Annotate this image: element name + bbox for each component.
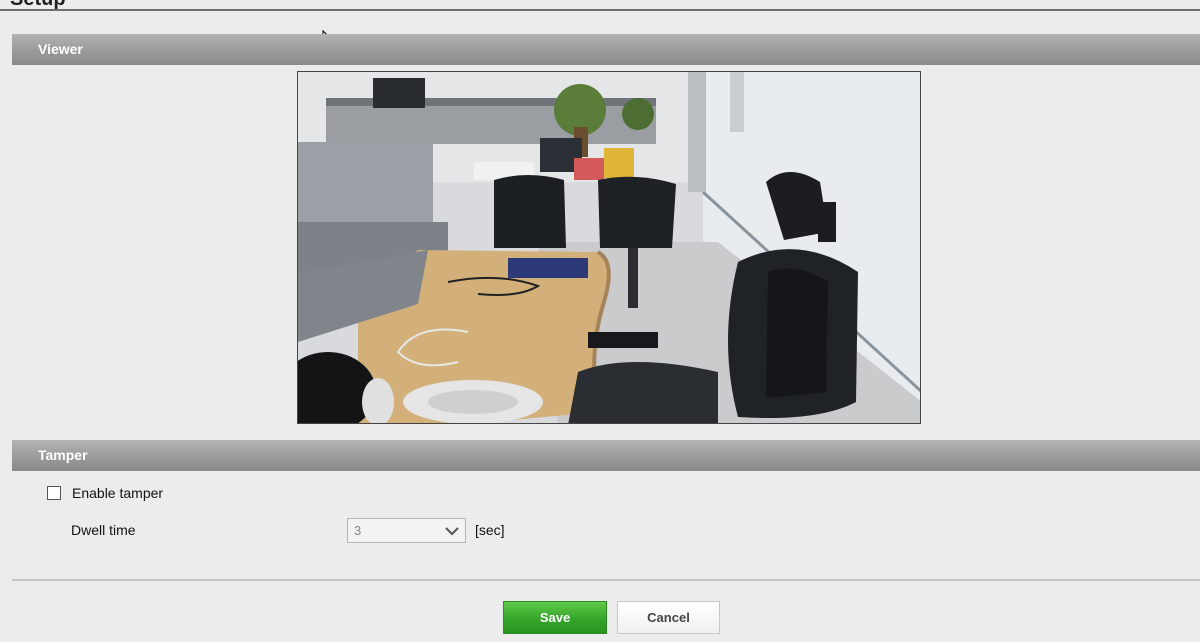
dwell-time-value: 3 bbox=[354, 523, 362, 538]
footer-divider bbox=[12, 579, 1200, 581]
enable-tamper-row: Enable tamper bbox=[47, 483, 163, 503]
title-divider bbox=[0, 9, 1200, 11]
dwell-time-select[interactable]: 3 bbox=[347, 518, 466, 543]
camera-viewer bbox=[297, 71, 921, 424]
viewer-section-header: Viewer bbox=[12, 34, 1200, 65]
chevron-down-icon bbox=[445, 527, 459, 536]
cancel-button[interactable]: Cancel bbox=[617, 601, 720, 634]
dwell-time-unit: [sec] bbox=[475, 522, 505, 538]
tamper-section-header: Tamper bbox=[12, 440, 1200, 471]
enable-tamper-label: Enable tamper bbox=[72, 485, 164, 501]
dwell-time-label: Dwell time bbox=[71, 522, 136, 538]
camera-image bbox=[298, 72, 920, 423]
save-button[interactable]: Save bbox=[503, 601, 607, 634]
enable-tamper-checkbox[interactable] bbox=[47, 486, 61, 500]
